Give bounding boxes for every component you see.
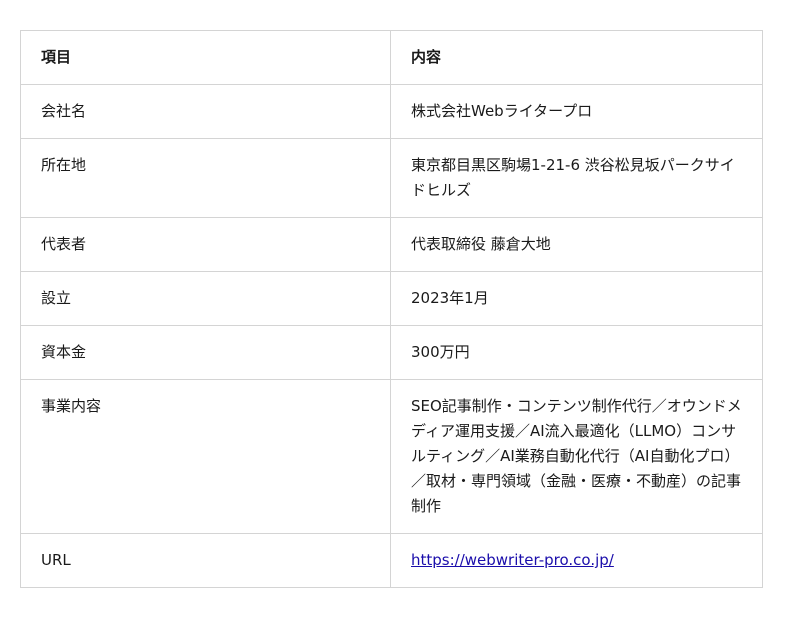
row-label-address: 所在地: [20, 138, 391, 218]
table-row: 会社名 株式会社Webライタープロ: [20, 84, 763, 139]
row-value-business: SEO記事制作・コンテンツ制作代行／オウンドメディア運用支援／AI流入最適化（L…: [390, 379, 763, 534]
row-label-business: 事業内容: [20, 379, 391, 534]
table-row: 事業内容 SEO記事制作・コンテンツ制作代行／オウンドメディア運用支援／AI流入…: [20, 379, 763, 534]
table-row: 代表者 代表取締役 藤倉大地: [20, 217, 763, 272]
row-value-url: https://webwriter-pro.co.jp/: [390, 533, 763, 588]
company-info-section: 項目 内容 会社名 株式会社Webライタープロ 所在地 東京都目黒区駒場1-21…: [20, 30, 763, 588]
table-header-row: 項目 内容: [20, 30, 763, 85]
row-label-capital: 資本金: [20, 325, 391, 380]
table-row: 所在地 東京都目黒区駒場1-21-6 渋谷松見坂パークサイドヒルズ: [20, 138, 763, 218]
header-item: 項目: [20, 30, 391, 85]
row-label-established: 設立: [20, 271, 391, 326]
row-label-url: URL: [20, 533, 391, 588]
table-row: 資本金 300万円: [20, 325, 763, 380]
table-row: URL https://webwriter-pro.co.jp/: [20, 533, 763, 588]
row-value-established: 2023年1月: [390, 271, 763, 326]
row-value-address: 東京都目黒区駒場1-21-6 渋谷松見坂パークサイドヒルズ: [390, 138, 763, 218]
row-value-representative: 代表取締役 藤倉大地: [390, 217, 763, 272]
row-value-capital: 300万円: [390, 325, 763, 380]
row-label-representative: 代表者: [20, 217, 391, 272]
company-info-table: 項目 内容 会社名 株式会社Webライタープロ 所在地 東京都目黒区駒場1-21…: [20, 30, 763, 588]
row-value-company-name: 株式会社Webライタープロ: [390, 84, 763, 139]
row-label-company-name: 会社名: [20, 84, 391, 139]
company-url-link[interactable]: https://webwriter-pro.co.jp/: [411, 551, 614, 569]
table-row: 設立 2023年1月: [20, 271, 763, 326]
header-content: 内容: [390, 30, 763, 85]
